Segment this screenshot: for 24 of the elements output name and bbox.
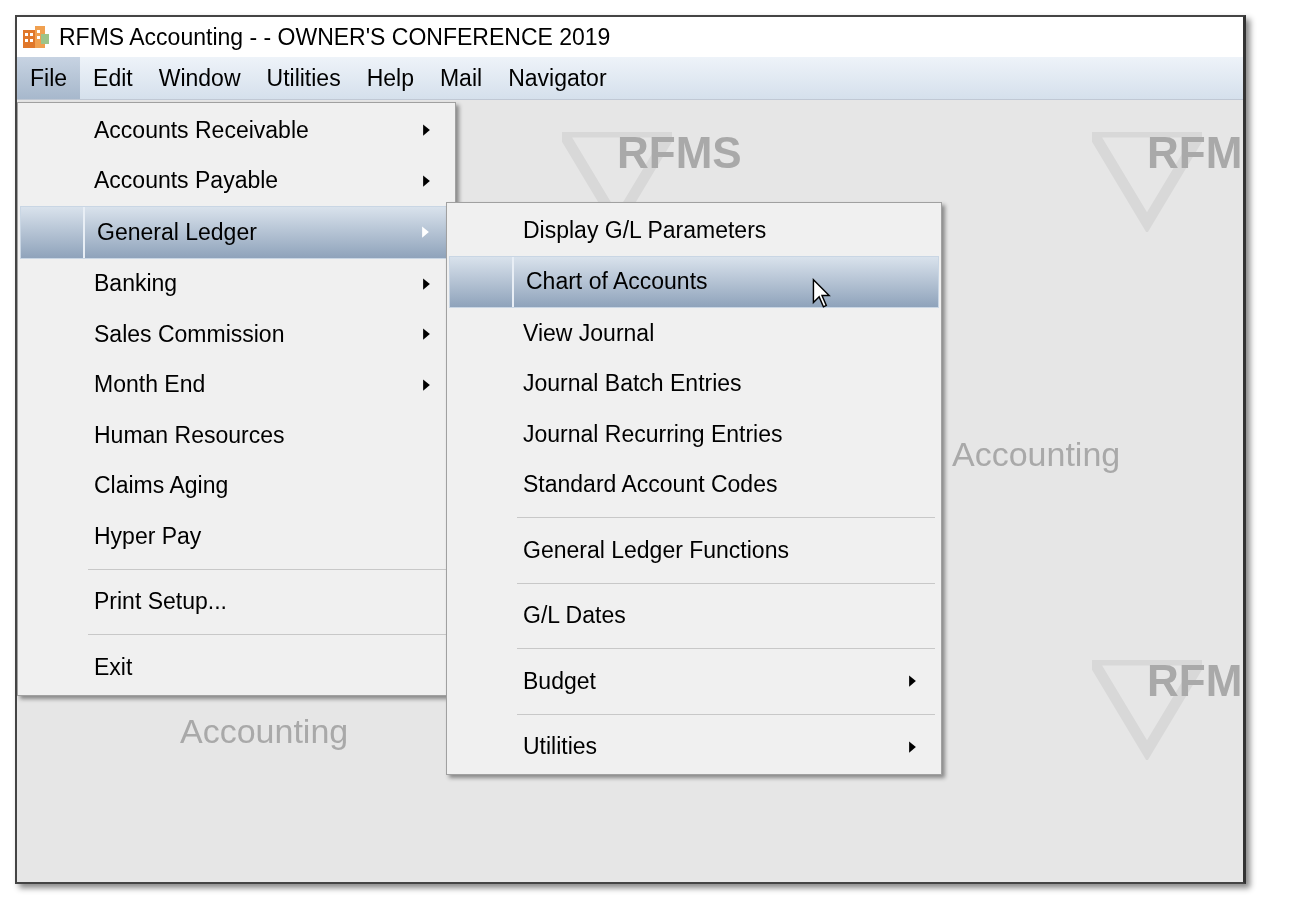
mouse-cursor-icon xyxy=(812,278,832,310)
logo-text: Accounting xyxy=(180,712,349,751)
menu-item[interactable]: Journal Recurring Entries xyxy=(449,409,939,460)
menu-item[interactable]: Standard Account Codes xyxy=(449,459,939,510)
menu-bar-item[interactable]: Edit xyxy=(80,57,146,99)
menu-bar-item[interactable]: Window xyxy=(145,57,254,99)
window-title: RFMS Accounting - - OWNER'S CONFERENCE 2019 xyxy=(59,23,611,51)
app-icon xyxy=(21,24,51,50)
menu-bar-item[interactable]: Mail xyxy=(426,57,496,99)
menu-item[interactable]: G/L Dates xyxy=(449,590,939,641)
menu-bar-item[interactable]: Utilities xyxy=(253,57,354,99)
menu-bar-item[interactable]: File xyxy=(17,57,81,99)
menu-item[interactable]: Accounts Payable xyxy=(20,155,453,206)
menu-item[interactable]: Utilities xyxy=(449,721,939,772)
menu-item[interactable]: Budget xyxy=(449,656,939,707)
menu-bar-item[interactable]: Navigator xyxy=(495,57,620,99)
menu-item[interactable]: Chart of Accounts xyxy=(449,255,939,308)
menu-bar-item[interactable]: Help xyxy=(353,57,427,99)
logo-text: RFMS xyxy=(617,128,742,178)
logo-text: Accounting xyxy=(952,435,1121,474)
menu-item[interactable]: General Ledger Functions xyxy=(449,525,939,576)
logo-text: RFM xyxy=(1147,656,1243,706)
logo-text: RFM xyxy=(1147,128,1243,178)
menu-item[interactable]: Accounts Receivable xyxy=(20,105,453,156)
